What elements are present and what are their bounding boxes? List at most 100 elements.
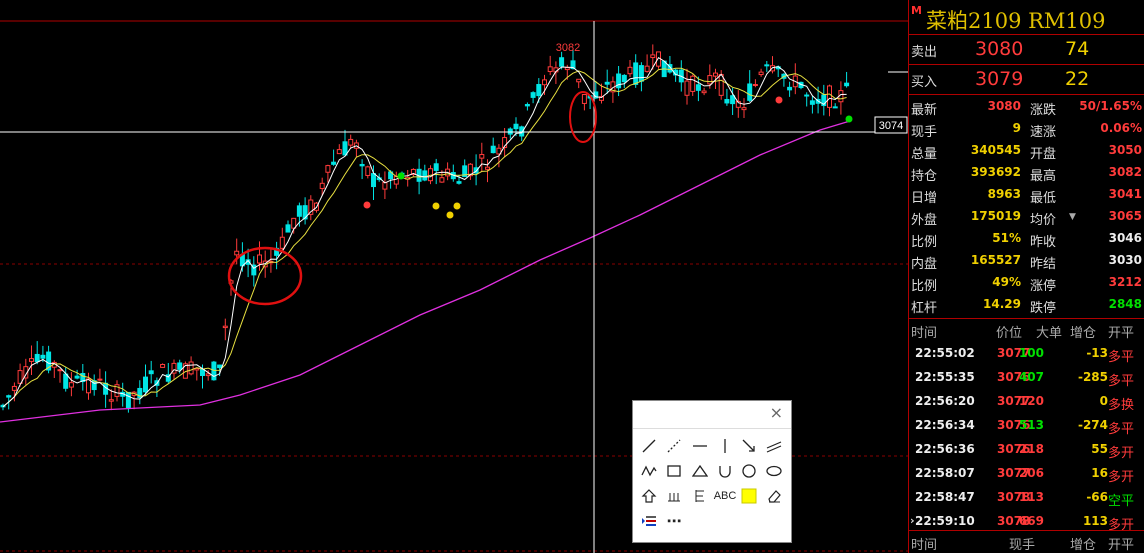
polyline-tool-icon[interactable] xyxy=(637,460,661,482)
arrow-line-tool-icon[interactable] xyxy=(737,435,761,457)
tick-time: 22:56:36 xyxy=(915,442,975,456)
tick-list[interactable]: 22:55:02 3077 100 -13 多平 22:55:35 3076 407 -285 多… xyxy=(909,341,1144,533)
candle-body xyxy=(724,99,730,104)
signal-dot xyxy=(845,115,853,123)
up-arrow-tool-icon[interactable] xyxy=(637,485,661,507)
quote-label: 昨收 xyxy=(1030,235,1057,250)
quote-row: 比例 51% 昨收 3046 xyxy=(909,228,1144,250)
bid-volume: 22 xyxy=(1065,68,1090,90)
tick-row[interactable]: 22:56:34 3076 513 -274 多平 xyxy=(909,413,1144,437)
col-oi: 增仓 xyxy=(1070,326,1097,341)
ellipse-tool-icon[interactable] xyxy=(762,460,786,482)
circle-tool-icon[interactable] xyxy=(737,460,761,482)
candle-body xyxy=(433,163,439,171)
candle-body xyxy=(832,106,838,109)
quote-value: 3082 xyxy=(1108,165,1142,179)
ticks-footer: 时间 现手 增仓 开平 xyxy=(909,530,1144,553)
footer-hand: 现手 xyxy=(1009,538,1036,553)
candle-body xyxy=(205,373,211,377)
tick-row[interactable]: 22:58:07 3077 206 16 多开 xyxy=(909,461,1144,485)
horizontal-line-tool-icon[interactable] xyxy=(688,435,712,457)
quote-label: 涨停 xyxy=(1030,279,1057,294)
candle-body xyxy=(530,92,536,98)
quote-value: 3065 xyxy=(1108,209,1142,223)
contract-header[interactable]: M 菜粕2109 RM109 xyxy=(909,0,1144,35)
candle-body xyxy=(222,325,228,329)
tick-row[interactable]: 22:56:36 3076 218 55 多开 xyxy=(909,437,1144,461)
eraser-tool-icon[interactable] xyxy=(762,485,786,507)
tick-type: 多平 xyxy=(1108,350,1135,365)
color-picker-icon[interactable] xyxy=(737,485,761,507)
signal-dot xyxy=(397,172,405,180)
quote-label: 外盘 xyxy=(911,213,938,228)
candle-body xyxy=(422,170,428,181)
dashed-line-tool-icon[interactable] xyxy=(662,435,686,457)
arc-tool-icon[interactable] xyxy=(713,460,737,482)
tick-type: 空平 xyxy=(1108,494,1135,509)
candle-body xyxy=(29,358,34,362)
quote-label: 内盘 xyxy=(911,257,938,272)
ask-row[interactable]: 卖出 3080 74 xyxy=(909,35,1144,65)
quote-value: 165527 xyxy=(970,253,1021,267)
tick-time: 22:59:10 xyxy=(915,514,975,528)
quote-label: 跌停 xyxy=(1030,301,1057,316)
signal-dot xyxy=(432,202,440,210)
candle-body xyxy=(752,84,758,87)
candle-body xyxy=(108,399,114,402)
tick-volume: 513 xyxy=(1018,418,1044,432)
quote-label: 持仓 xyxy=(911,169,938,184)
market-marker: M xyxy=(911,4,922,17)
candle-body xyxy=(564,67,570,71)
more-tools-icon[interactable]: ⋯ xyxy=(662,510,686,532)
line-style-tool-icon[interactable] xyxy=(637,510,661,532)
quote-label: 速涨 xyxy=(1030,125,1057,140)
dropdown-icon[interactable]: ▼ xyxy=(1069,212,1076,222)
candle-body xyxy=(513,123,519,130)
candle-body xyxy=(741,107,747,111)
triangle-tool-icon[interactable] xyxy=(688,460,712,482)
ask-label: 卖出 xyxy=(911,45,938,60)
candle-body xyxy=(160,363,166,368)
drawing-tools-palette[interactable]: × ABC ⋯ xyxy=(632,400,792,543)
candle-body xyxy=(285,224,291,233)
bid-price: 3079 xyxy=(975,68,1024,90)
fibonacci-fan-tool-icon[interactable] xyxy=(662,485,686,507)
tick-type: 多平 xyxy=(1108,422,1135,437)
quote-value: 9 xyxy=(1012,121,1021,135)
tick-oi: -13 xyxy=(1086,346,1108,360)
candle-body xyxy=(581,94,587,104)
tick-row[interactable]: 22:55:02 3077 100 -13 多平 xyxy=(909,341,1144,365)
footer-oi: 增仓 xyxy=(1070,538,1097,553)
candle-body xyxy=(319,182,325,189)
tick-row[interactable]: 22:58:47 3078 113 -66 空平 xyxy=(909,485,1144,509)
tick-type: 多开 xyxy=(1108,446,1135,461)
tick-oi: 113 xyxy=(1082,514,1108,528)
candle-body xyxy=(125,391,131,409)
candle-body xyxy=(479,154,485,159)
tick-time: 22:56:20 xyxy=(915,394,975,408)
candle-body xyxy=(604,81,610,85)
tick-time: 22:58:47 xyxy=(915,490,975,504)
candle-body xyxy=(650,54,656,59)
candle-body xyxy=(393,175,399,185)
rectangle-tool-icon[interactable] xyxy=(662,460,686,482)
fibonacci-levels-tool-icon[interactable] xyxy=(688,485,712,507)
candle-body xyxy=(713,72,718,77)
quote-row: 杠杆 14.29 跌停 2848 xyxy=(909,294,1144,316)
vertical-line-tool-icon[interactable] xyxy=(713,435,737,457)
line-segment-tool-icon[interactable] xyxy=(637,435,661,457)
tick-row[interactable]: 22:55:35 3076 407 -285 多平 xyxy=(909,365,1144,389)
candle-body xyxy=(365,166,371,176)
quote-value: 2848 xyxy=(1108,297,1142,311)
parallel-lines-tool-icon[interactable] xyxy=(762,435,786,457)
tick-type: 多平 xyxy=(1108,374,1135,389)
candle-body xyxy=(633,62,639,85)
close-icon[interactable]: × xyxy=(770,403,783,422)
text-tool-icon[interactable]: ABC xyxy=(713,485,737,507)
quote-row: 现手 9 速涨 0.06% xyxy=(909,118,1144,140)
quote-value: 3212 xyxy=(1108,275,1142,289)
tick-row[interactable]: 22:56:20 3077 120 0 多换 xyxy=(909,389,1144,413)
bid-row[interactable]: 买入 3079 22 xyxy=(909,65,1144,95)
candle-body xyxy=(217,364,223,369)
candle-body xyxy=(456,181,462,184)
